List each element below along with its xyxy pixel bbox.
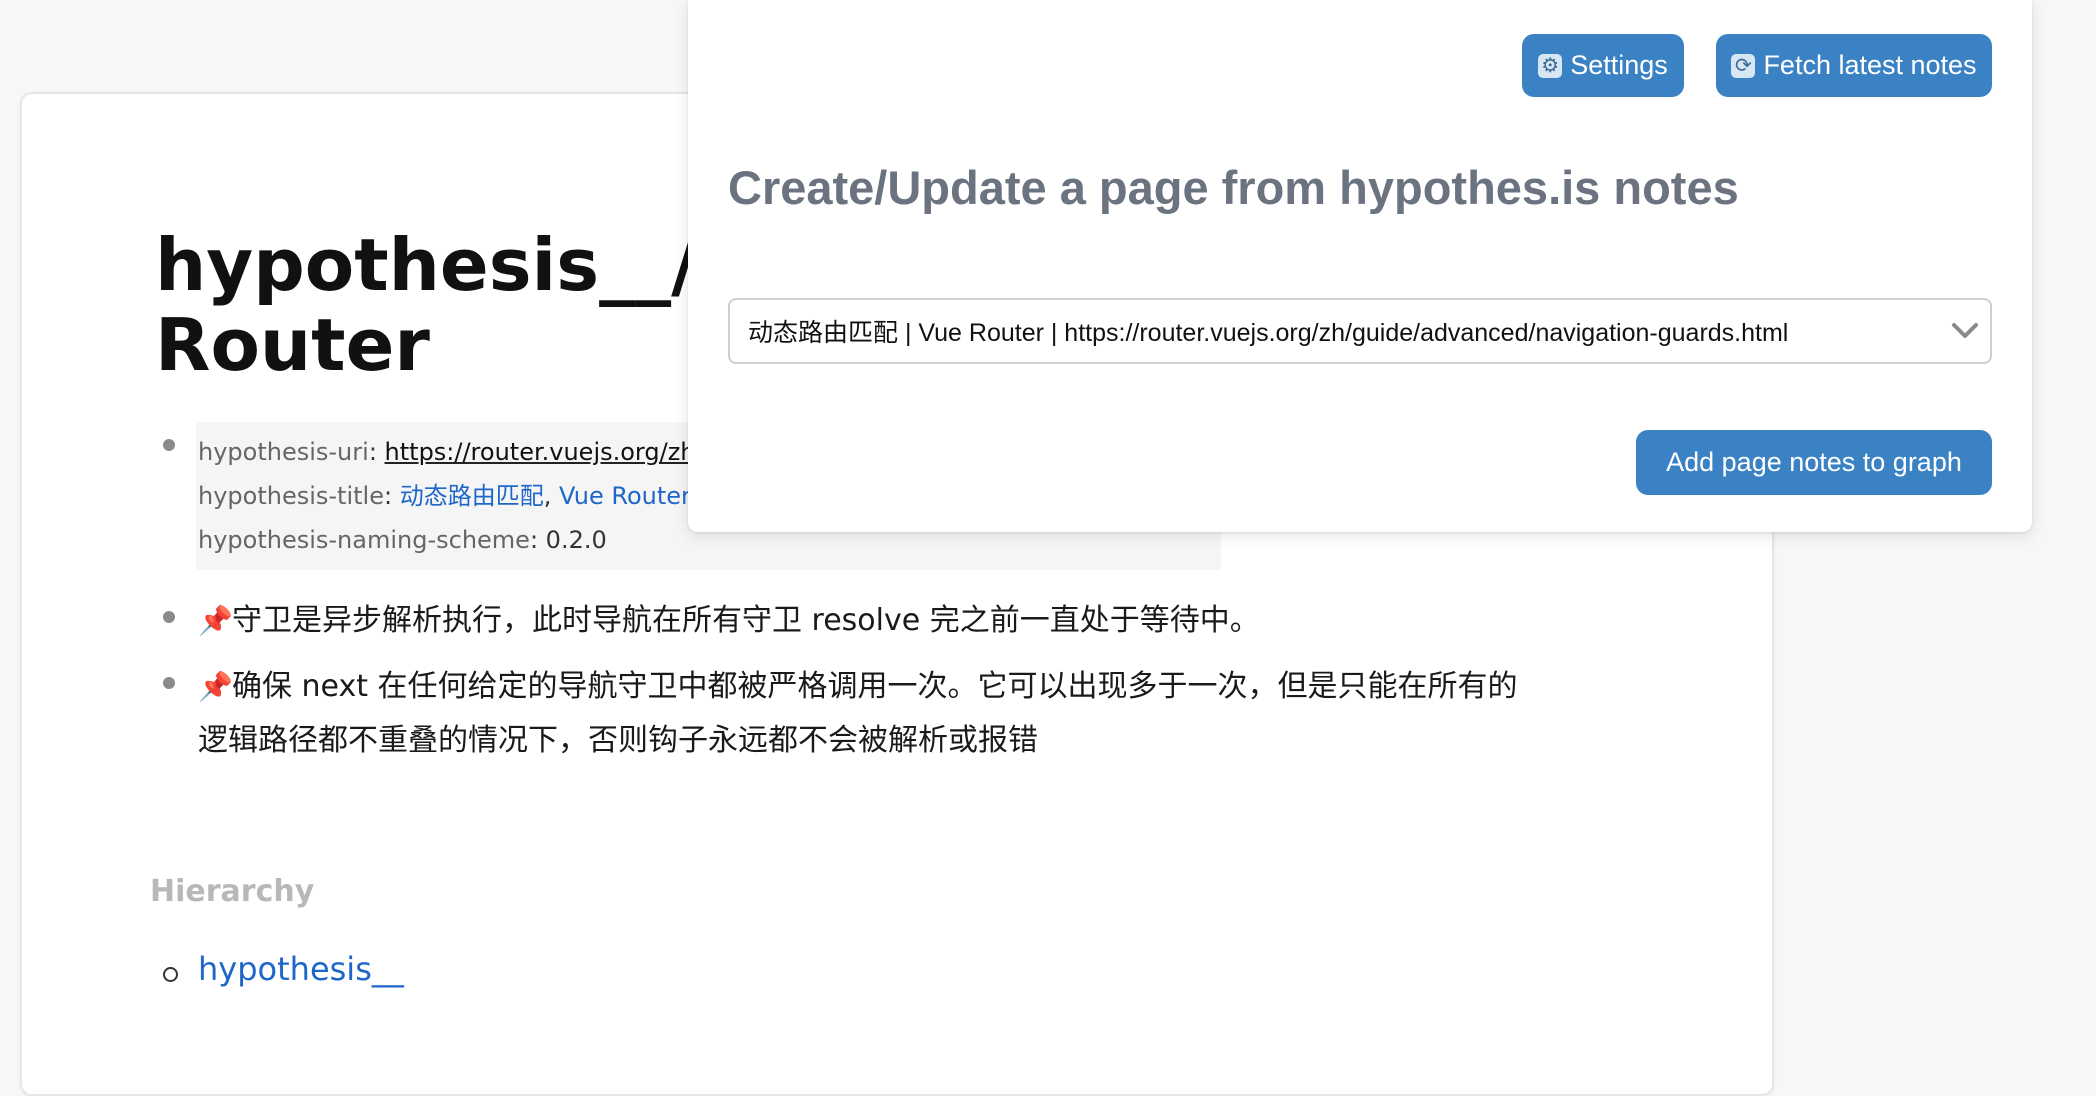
add-button-label: Add page notes to graph <box>1666 447 1962 477</box>
note-block-2[interactable]: 📌确保 next 在任何给定的导航守卫中都被严格调用一次。它可以出现多于一次，但… <box>198 660 1518 714</box>
fetch-latest-notes-button[interactable]: ⟳ Fetch latest notes <box>1716 34 1992 97</box>
property-key: hypothesis-uri <box>198 438 369 466</box>
property-value: 0.2.0 <box>545 526 607 554</box>
note-text: 确保 next 在任何给定的导航守卫中都被严格调用一次。它可以出现多于一次，但是… <box>232 669 1518 704</box>
hierarchy-item-link[interactable]: hypothesis__ <box>198 950 404 988</box>
fetch-label: Fetch latest notes <box>1763 50 1977 80</box>
property-naming-scheme: hypothesis-naming-scheme: 0.2.0 <box>198 526 607 554</box>
page-select[interactable]: 动态路由匹配 | Vue Router | https://router.vue… <box>728 298 1992 364</box>
refresh-icon: ⟳ <box>1731 53 1756 78</box>
page-title-line1: hypothesis__/动 <box>155 223 770 307</box>
bullet[interactable] <box>163 677 175 689</box>
chevron-down-icon[interactable] <box>1940 311 1990 351</box>
hierarchy-label: Hierarchy <box>150 874 315 909</box>
property-key: hypothesis-naming-scheme <box>198 526 530 554</box>
pin-icon: 📌 <box>198 670 233 703</box>
property-uri: hypothesis-uri: https://router.vuejs.org… <box>198 438 704 466</box>
property-title: hypothesis-title: 动态路由匹配, Vue Router <box>198 482 691 510</box>
hypothesis-panel: ⚙ Settings ⟳ Fetch latest notes Create/U… <box>688 0 2032 532</box>
bullet[interactable] <box>163 439 175 451</box>
note-text: 逻辑路径都不重叠的情况下，否则钩子永远都不会被解析或报错 <box>198 723 1038 758</box>
settings-label: Settings <box>1570 50 1668 80</box>
select-value: 动态路由匹配 | Vue Router | https://router.vue… <box>748 319 1789 347</box>
note-text: 守卫是异步解析执行，此时导航在所有守卫 resolve 完之前一直处于等待中。 <box>232 603 1260 638</box>
gear-icon: ⚙ <box>1538 53 1563 78</box>
uri-link[interactable]: https://router.vuejs.org/zh/ <box>385 438 704 466</box>
add-page-notes-button[interactable]: Add page notes to graph <box>1636 430 1992 495</box>
panel-title: Create/Update a page from hypothes.is no… <box>728 161 1739 214</box>
hierarchy-bullet <box>163 967 178 982</box>
page-title-line2: Router <box>155 303 430 387</box>
note-block-1[interactable]: 📌守卫是异步解析执行，此时导航在所有守卫 resolve 完之前一直处于等待中。 <box>198 594 1260 648</box>
note-block-2-line2[interactable]: 逻辑路径都不重叠的情况下，否则钩子永远都不会被解析或报错 <box>198 714 1038 768</box>
pin-icon: 📌 <box>198 604 233 637</box>
property-key: hypothesis-title <box>198 482 384 510</box>
bullet[interactable] <box>163 611 175 623</box>
title-link-2[interactable]: Vue Router <box>559 482 691 510</box>
settings-button[interactable]: ⚙ Settings <box>1522 34 1684 97</box>
title-link-1[interactable]: 动态路由匹配 <box>400 482 544 510</box>
